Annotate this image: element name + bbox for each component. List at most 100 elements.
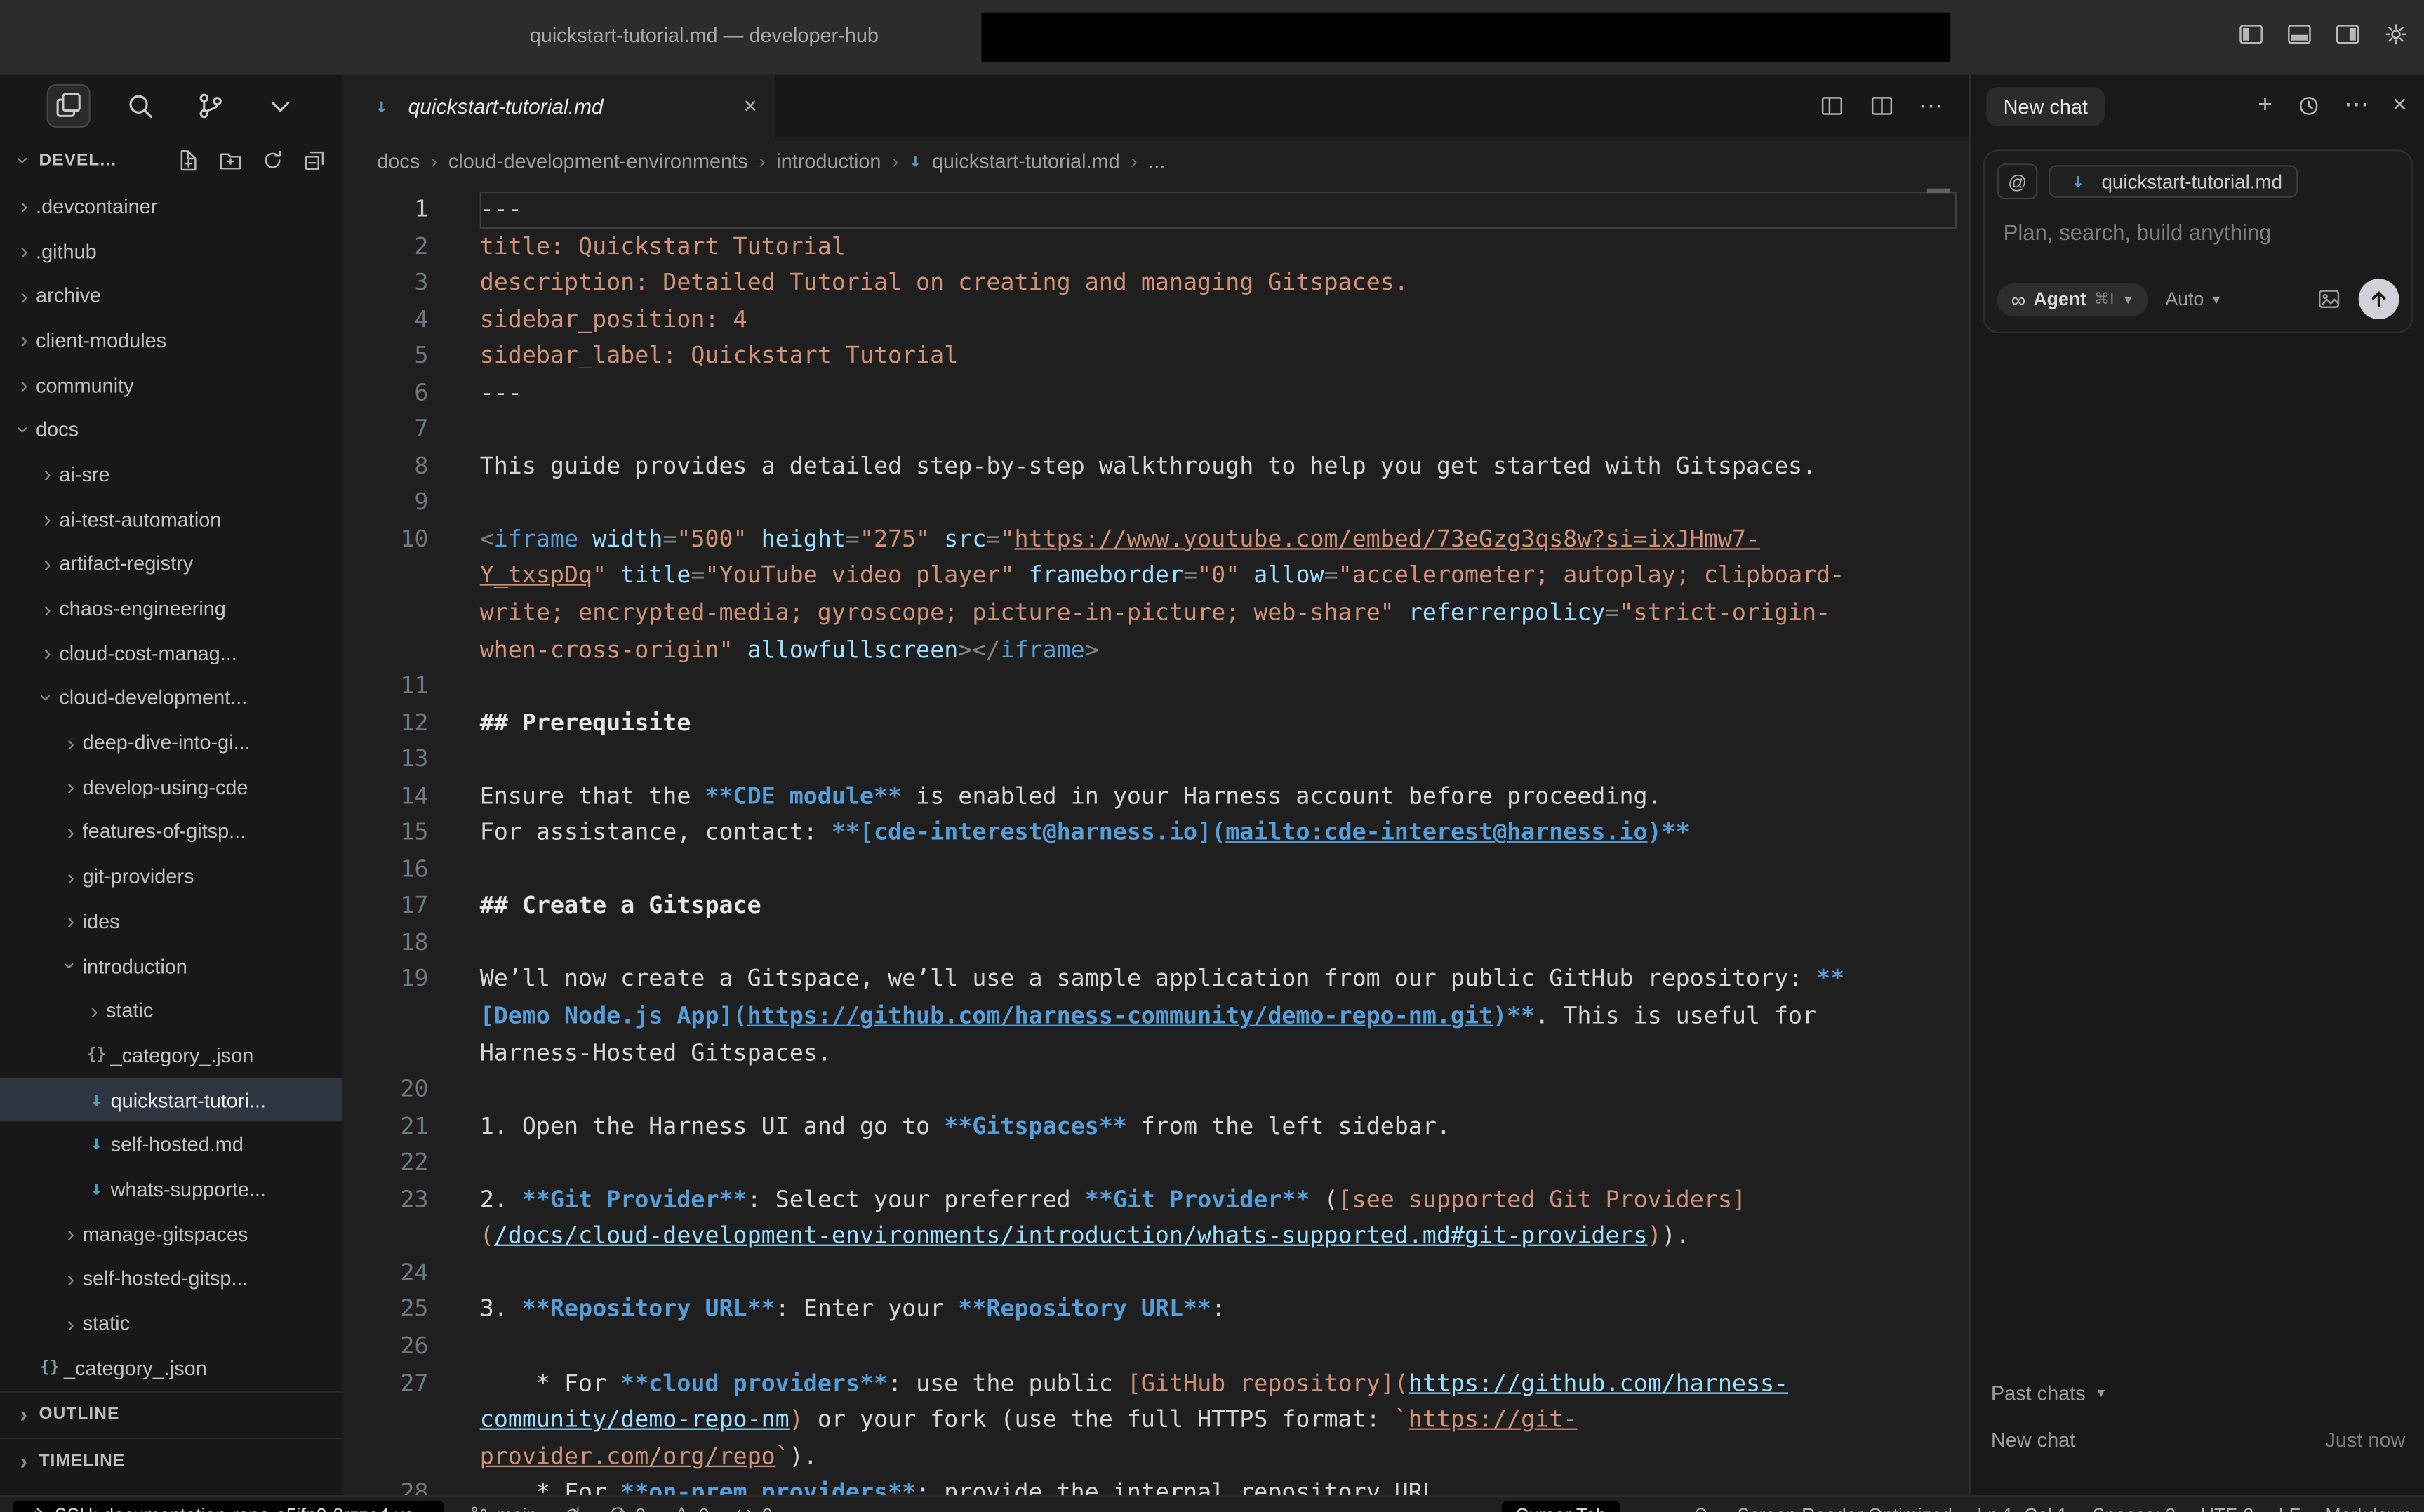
toggle-secondary-sidebar-icon[interactable] bbox=[2335, 22, 2360, 47]
code-line[interactable]: 17## Create a Gitspace bbox=[342, 888, 1969, 925]
toggle-primary-sidebar-icon[interactable] bbox=[2239, 22, 2264, 47]
chat-title-tab[interactable]: New chat bbox=[1986, 86, 2105, 125]
context-file-chip[interactable]: ↓ quickstart-tutorial.md bbox=[2049, 165, 2298, 198]
past-chats-toggle[interactable]: Past chats ▼ bbox=[1991, 1381, 2405, 1405]
source-control-icon[interactable] bbox=[190, 86, 231, 126]
code-line[interactable]: 2title: Quickstart Tutorial bbox=[342, 228, 1969, 265]
tree-item-chaos-engineering[interactable]: ›chaos-engineering bbox=[0, 586, 342, 631]
code-line[interactable]: 11 bbox=[342, 669, 1969, 705]
search-icon[interactable] bbox=[120, 86, 161, 126]
timeline-section[interactable]: › TIMELINE bbox=[0, 1437, 342, 1484]
code-line[interactable]: [Demo Node.js App](https://github.com/ha… bbox=[342, 998, 1969, 1035]
status-git-sync[interactable] bbox=[562, 1504, 582, 1512]
send-button[interactable] bbox=[2359, 279, 2399, 319]
breadcrumb-item[interactable]: cloud-development-environments bbox=[448, 149, 748, 172]
code-line[interactable]: 15For assistance, contact: **[cde-intere… bbox=[342, 815, 1969, 852]
open-preview-icon[interactable] bbox=[1820, 93, 1845, 119]
new-folder-icon[interactable] bbox=[218, 148, 244, 173]
tree-item-introduction[interactable]: ›introduction bbox=[0, 943, 342, 988]
tree-item-develop-using-cde[interactable]: ›develop-using-cde bbox=[0, 765, 342, 810]
tree-item-ides[interactable]: ›ides bbox=[0, 899, 342, 944]
tree-item-cloud-development-[interactable]: ›cloud-development... bbox=[0, 675, 342, 720]
chat-input-box[interactable]: @ ↓ quickstart-tutorial.md Plan, search,… bbox=[1983, 149, 2413, 333]
toggle-panel-icon[interactable] bbox=[2287, 22, 2312, 47]
tree-item--github[interactable]: ›.github bbox=[0, 229, 342, 274]
code-line[interactable]: 27 * For **cloud providers**: use the pu… bbox=[342, 1365, 1969, 1402]
tree-item--devcontainer[interactable]: ›.devcontainer bbox=[0, 184, 342, 229]
tree-item-features-of-gitsp-[interactable]: ›features-of-gitsp... bbox=[0, 809, 342, 854]
tree-item-community[interactable]: ›community bbox=[0, 363, 342, 408]
close-tab-icon[interactable]: × bbox=[743, 93, 757, 119]
refresh-explorer-icon[interactable] bbox=[260, 148, 286, 173]
code-line[interactable]: 7 bbox=[342, 412, 1969, 448]
code-line[interactable]: 26 bbox=[342, 1328, 1969, 1365]
status-language-mode[interactable]: Markdown bbox=[2325, 1504, 2411, 1512]
collapse-folders-icon[interactable] bbox=[302, 148, 328, 173]
status-cursor-position[interactable]: Ln 1, Col 1 bbox=[1977, 1504, 2067, 1512]
status-remote-status[interactable]: SSH: documentation-repo-e5ifp9-8rzze4.us… bbox=[13, 1501, 444, 1512]
code-line[interactable]: 1--- bbox=[342, 192, 1969, 228]
code-line[interactable]: 9 bbox=[342, 485, 1969, 521]
tree-item-artifact-registry[interactable]: ›artifact-registry bbox=[0, 541, 342, 586]
code-line[interactable]: Y_txspDq" title="YouTube video player" f… bbox=[342, 558, 1969, 595]
code-line[interactable]: community/demo-repo-nm) or your fork (us… bbox=[342, 1402, 1969, 1438]
tree-item-ai-test-automation[interactable]: ›ai-test-automation bbox=[0, 497, 342, 542]
code-line[interactable]: 10<iframe width="500" height="275" src="… bbox=[342, 521, 1969, 558]
explorer-section-header[interactable]: › DEVEL... bbox=[0, 137, 342, 184]
tree-item--category-json[interactable]: {}_category_.json bbox=[0, 1033, 342, 1078]
status-encoding[interactable]: UTF-8 bbox=[2201, 1504, 2253, 1512]
new-file-icon[interactable] bbox=[176, 148, 201, 173]
code-line[interactable]: 12## Prerequisite bbox=[342, 705, 1969, 742]
code-line[interactable]: when-cross-origin" allowfullscreen></ifr… bbox=[342, 631, 1969, 668]
code-line[interactable]: write; encrypted-media; gyroscope; pictu… bbox=[342, 595, 1969, 631]
tree-item-whats-supporte-[interactable]: ↓whats-supporte... bbox=[0, 1167, 342, 1212]
editor-more-actions-icon[interactable]: ⋯ bbox=[1919, 92, 1945, 120]
tree-item-ai-sre[interactable]: ›ai-sre bbox=[0, 452, 342, 497]
tree-item-cloud-cost-manag-[interactable]: ›cloud-cost-manag... bbox=[0, 631, 342, 676]
status-git-branch[interactable]: main bbox=[469, 1504, 538, 1512]
tree-item-archive[interactable]: ›archive bbox=[0, 273, 342, 318]
tree-item-static[interactable]: ›static bbox=[0, 988, 342, 1033]
tree-item-docs[interactable]: ›docs bbox=[0, 407, 342, 452]
tree-item-client-modules[interactable]: ›client-modules bbox=[0, 318, 342, 363]
breadcrumb-item[interactable]: docs bbox=[377, 149, 420, 172]
code-line[interactable]: 8This guide provides a detailed step-by-… bbox=[342, 448, 1969, 485]
code-line[interactable]: 253. **Repository URL**: Enter your **Re… bbox=[342, 1292, 1969, 1328]
status-warnings[interactable]: 0 bbox=[671, 1504, 710, 1512]
agent-mode-selector[interactable]: ∞ Agent ⌘I ▼ bbox=[1997, 283, 2148, 316]
tree-item-self-hosted-gitsp-[interactable]: ›self-hosted-gitsp... bbox=[0, 1256, 342, 1301]
code-line[interactable]: Harness-Hosted Gitspaces. bbox=[342, 1035, 1969, 1071]
close-chat-icon[interactable]: × bbox=[2392, 93, 2407, 119]
tab-quickstart-tutorial[interactable]: ↓ quickstart-tutorial.md × bbox=[342, 75, 774, 138]
new-chat-icon[interactable]: + bbox=[2258, 93, 2272, 119]
code-line[interactable]: (/docs/cloud-development-environments/in… bbox=[342, 1219, 1969, 1255]
status-cursor-tab[interactable]: Cursor Tab bbox=[1501, 1501, 1620, 1512]
tree-item-git-providers[interactable]: ›git-providers bbox=[0, 854, 342, 899]
code-line[interactable]: 19We’ll now create a Gitspace, we’ll use… bbox=[342, 962, 1969, 998]
code-line[interactable]: 3description: Detailed Tutorial on creat… bbox=[342, 265, 1969, 302]
code-line[interactable]: 20 bbox=[342, 1071, 1969, 1108]
code-line[interactable]: 16 bbox=[342, 852, 1969, 888]
past-chat-item[interactable]: New chat Just now bbox=[1991, 1429, 2405, 1452]
code-line[interactable]: provider.com/org/repo`). bbox=[342, 1438, 1969, 1475]
status-indentation[interactable]: Spaces: 3 bbox=[2093, 1504, 2176, 1512]
breadcrumb-item[interactable]: introduction bbox=[776, 149, 881, 172]
status-ports[interactable]: 0 bbox=[734, 1504, 773, 1512]
outline-section[interactable]: › OUTLINE bbox=[0, 1390, 342, 1437]
code-line[interactable]: 13 bbox=[342, 742, 1969, 778]
code-line[interactable]: 6--- bbox=[342, 375, 1969, 411]
tree-item-deep-dive-into-gi-[interactable]: ›deep-dive-into-gi... bbox=[0, 720, 342, 765]
breadcrumb-item[interactable]: ... bbox=[1148, 149, 1165, 172]
code-line[interactable]: 14Ensure that the **CDE module** is enab… bbox=[342, 778, 1969, 815]
settings-gear-icon[interactable] bbox=[2383, 22, 2409, 47]
split-editor-icon[interactable] bbox=[1870, 93, 1895, 119]
code-line[interactable]: 24 bbox=[342, 1255, 1969, 1292]
code-line[interactable]: 18 bbox=[342, 925, 1969, 961]
tree-item-static[interactable]: ›static bbox=[0, 1301, 342, 1346]
attach-image-icon[interactable] bbox=[2317, 286, 2342, 312]
code-line[interactable]: 22 bbox=[342, 1145, 1969, 1182]
code-editor[interactable]: 1---2title: Quickstart Tutorial3descript… bbox=[342, 184, 1969, 1503]
explorer-icon[interactable] bbox=[47, 84, 91, 128]
chat-history-icon[interactable] bbox=[2296, 93, 2321, 119]
activity-more-icon[interactable] bbox=[260, 86, 301, 126]
